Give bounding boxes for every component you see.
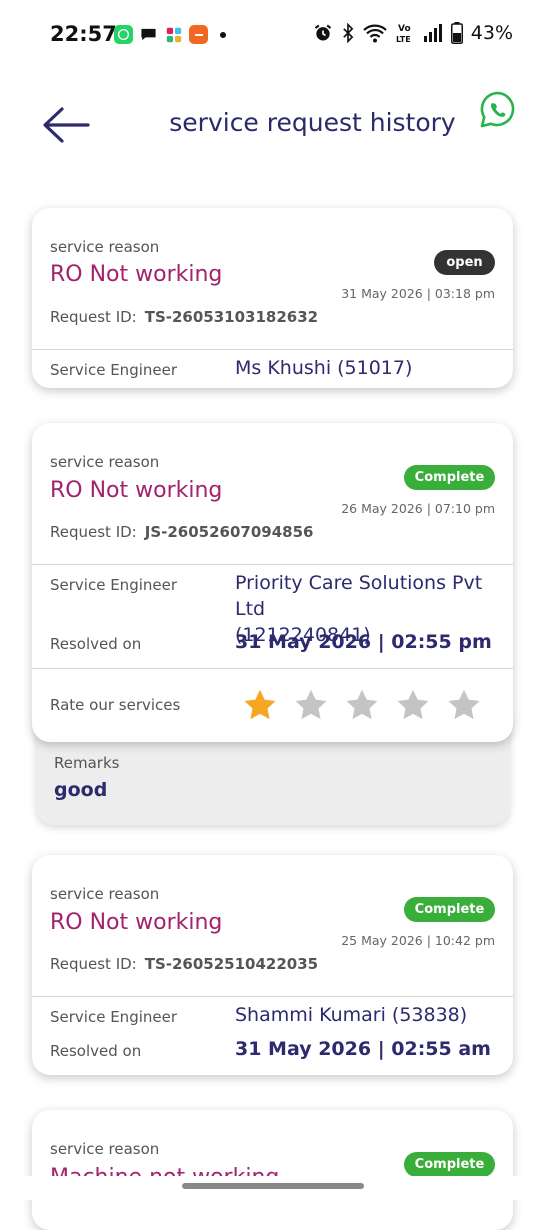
volte-icon: VoLTE (396, 24, 411, 44)
system-icons: Vo LTE 43% (313, 22, 513, 44)
request-card-1[interactable]: service reason RO Not working open 31 Ma… (32, 208, 513, 388)
request-date: 31 May 2026 | 03:18 pm (341, 286, 495, 301)
status-badge: open (434, 250, 495, 275)
request-id-label: Request ID: (50, 523, 137, 541)
more-notifications-dot-icon (220, 31, 226, 38)
status-bar: 22:57 Vo LTE 43% (0, 0, 545, 70)
home-indicator[interactable] (182, 1183, 364, 1189)
service-engineer-label: Service Engineer (50, 361, 178, 379)
request-id-value: TS-26053103182632 (144, 308, 319, 326)
alarm-icon (314, 24, 331, 41)
signal-icon (423, 24, 442, 42)
notification-icons (114, 25, 226, 44)
resolved-on-value: 31 May 2026 | 02:55 am (235, 1038, 491, 1060)
divider (32, 668, 513, 669)
service-reason-label: service reason (50, 885, 160, 903)
request-card-4[interactable]: service reason Machine not working Compl… (32, 1110, 513, 1230)
request-date: 26 May 2026 | 07:10 pm (341, 501, 495, 516)
service-reason-label: service reason (50, 453, 160, 471)
service-reason-value: RO Not working (50, 910, 223, 935)
service-engineer-label: Service Engineer (50, 576, 178, 594)
service-engineer-value: Shammi Kumari (53838) (235, 1004, 468, 1026)
whatsapp-notification-icon (114, 25, 133, 44)
request-id-row: Request ID: TS-26053103182632 (50, 308, 318, 326)
star-empty-icon[interactable] (395, 687, 431, 723)
bluetooth-icon (343, 23, 354, 43)
request-id-row: Request ID: JS-26052607094856 (50, 523, 313, 541)
service-reason-label: service reason (50, 1140, 160, 1158)
divider (32, 564, 513, 565)
star-filled-icon[interactable] (242, 687, 278, 723)
rate-services-label: Rate our services (50, 696, 181, 714)
svg-text:Vo: Vo (398, 24, 411, 34)
divider (32, 349, 513, 350)
resolved-on-value: 31 May 2026 | 02:55 pm (235, 631, 492, 653)
request-id-label: Request ID: (50, 955, 137, 973)
request-id-value: JS-26052607094856 (144, 523, 314, 541)
request-card-2[interactable]: service reason RO Not working Complete 2… (32, 423, 513, 742)
app-header: service request history (0, 90, 545, 170)
page-title: service request history (169, 108, 456, 137)
request-id-row: Request ID: TS-26052510422035 (50, 955, 318, 973)
service-engineer-value: Ms Khushi (51017) (235, 357, 413, 379)
service-engineer-label: Service Engineer (50, 1008, 178, 1026)
slack-notification-icon (164, 25, 183, 44)
remarks-label: Remarks (54, 754, 120, 772)
status-time: 22:57 (50, 22, 117, 46)
battery-percent: 43% (470, 22, 513, 44)
star-empty-icon[interactable] (344, 687, 380, 723)
service-reason-value: RO Not working (50, 262, 223, 287)
service-reason-label: service reason (50, 238, 160, 256)
chat-notification-icon (139, 25, 158, 44)
status-badge: Complete (404, 465, 495, 490)
star-empty-icon[interactable] (293, 687, 329, 723)
service-engineer-name: Priority Care Solutions Pvt Ltd (235, 572, 483, 620)
request-card-3[interactable]: service reason RO Not working Complete 2… (32, 855, 513, 1075)
resolved-on-label: Resolved on (50, 635, 142, 653)
divider (32, 996, 513, 997)
battery-icon (450, 22, 463, 44)
remarks-value: good (54, 779, 108, 801)
request-date: 25 May 2026 | 10:42 pm (341, 933, 495, 948)
request-id-label: Request ID: (50, 308, 137, 326)
shopping-notification-icon (189, 25, 208, 44)
resolved-on-label: Resolved on (50, 1042, 142, 1060)
whatsapp-button[interactable] (478, 90, 518, 130)
status-badge: Complete (404, 897, 495, 922)
wifi-icon (363, 24, 387, 43)
status-badge: Complete (404, 1152, 495, 1177)
rating-stars (242, 687, 482, 723)
request-id-value: TS-26052510422035 (144, 955, 319, 973)
svg-text:LTE: LTE (396, 35, 411, 44)
service-reason-value: RO Not working (50, 478, 223, 503)
star-empty-icon[interactable] (446, 687, 482, 723)
whatsapp-icon (480, 91, 515, 128)
